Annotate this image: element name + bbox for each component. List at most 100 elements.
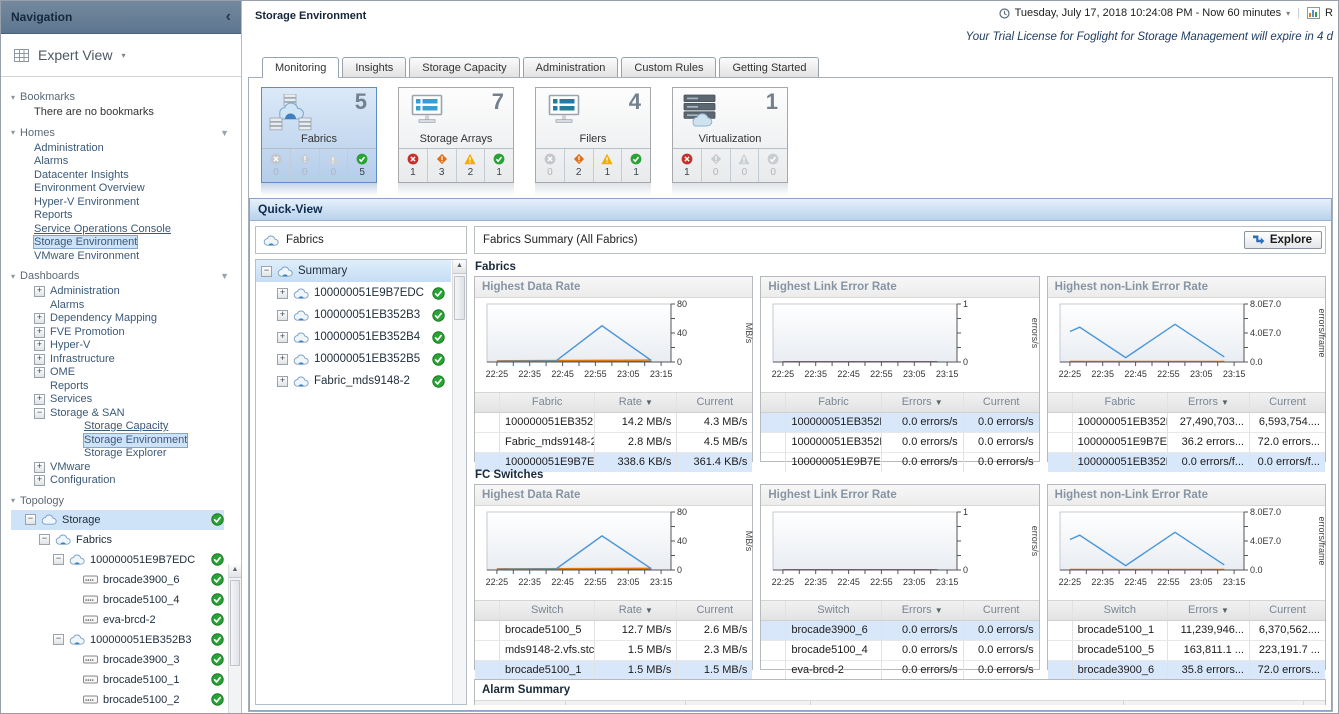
table-row[interactable]: 100000051E9B7EDC0.0 errors/s0.0 errors/s bbox=[761, 453, 1038, 472]
sidebar-item-alarms[interactable]: +Alarms bbox=[34, 299, 241, 313]
column-header-current[interactable]: Current bbox=[1249, 601, 1325, 620]
status-filter-warning[interactable]: 0 bbox=[319, 149, 348, 182]
alarm-column-sev[interactable]: Sev bbox=[475, 701, 565, 705]
quickview-node-summary[interactable]: −Summary bbox=[256, 260, 451, 282]
column-header-current[interactable]: Current bbox=[963, 393, 1039, 412]
expand-icon[interactable]: + bbox=[34, 354, 45, 365]
tab-getting-started[interactable]: Getting Started bbox=[719, 57, 819, 77]
section-collapse-icon[interactable]: ▾ bbox=[11, 128, 15, 137]
table-row[interactable]: brocade5100_11.5 MB/s1.5 MB/s bbox=[475, 661, 752, 680]
status-filter-critical[interactable]: 0 bbox=[290, 149, 319, 182]
expert-view-selector[interactable]: Expert View ▾ bbox=[1, 34, 241, 77]
sidebar-item-hyper-v[interactable]: +Hyper-V bbox=[34, 339, 241, 353]
status-filter-critical[interactable]: 3 bbox=[427, 149, 456, 182]
expand-icon[interactable]: + bbox=[34, 367, 45, 378]
row-name[interactable]: brocade5100_4 bbox=[785, 641, 880, 660]
status-filter-warning[interactable]: 1 bbox=[593, 149, 622, 182]
scrollbar-thumb[interactable] bbox=[454, 276, 465, 320]
alarm-column-type[interactable]: Type bbox=[685, 701, 810, 705]
table-row[interactable]: 100000051EB352B30.0 errors/s0.0 errors/s bbox=[761, 433, 1038, 453]
sidebar-item-storage-environment[interactable]: Storage Environment bbox=[34, 236, 241, 250]
collapse-panel-icon[interactable]: ‹ bbox=[226, 9, 231, 25]
expand-icon[interactable]: + bbox=[34, 340, 45, 351]
status-filter-critical[interactable]: 0 bbox=[701, 149, 730, 182]
topology-node-brocade5100-4[interactable]: +brocade5100_4 bbox=[11, 590, 224, 610]
reports-icon[interactable] bbox=[1307, 7, 1320, 19]
column-header-value[interactable]: Rate ▼ bbox=[594, 393, 676, 412]
sidebar-item-administration[interactable]: Administration bbox=[34, 142, 241, 156]
sidebar-item-service-operations-console[interactable]: Service Operations Console bbox=[34, 223, 241, 237]
expand-icon[interactable]: + bbox=[277, 310, 288, 321]
table-row[interactable]: eva-brcd-20.0 errors/s0.0 errors/s bbox=[761, 661, 1038, 680]
row-name[interactable]: 100000051EB352B3 bbox=[499, 413, 594, 432]
expand-icon[interactable]: + bbox=[277, 288, 288, 299]
table-row[interactable]: 100000051EB352B40.0 errors/f...0.0 error… bbox=[1048, 453, 1325, 472]
quickview-node-100000051eb352b4[interactable]: +100000051EB352B4 bbox=[256, 326, 451, 348]
quickview-node-100000051eb352b3[interactable]: +100000051EB352B3 bbox=[256, 304, 451, 326]
column-header-name[interactable]: Switch bbox=[1072, 601, 1167, 620]
scrollbar-up-icon[interactable]: ▲ bbox=[229, 564, 241, 578]
sidebar-item-administration[interactable]: +Administration bbox=[34, 285, 241, 299]
sidebar-item-vmware[interactable]: +VMware bbox=[34, 461, 241, 475]
expand-icon[interactable]: + bbox=[277, 332, 288, 343]
sidebar-item-storage-san[interactable]: −Storage & SAN bbox=[34, 407, 241, 421]
quickview-node-100000051e9b7edc[interactable]: +100000051E9B7EDC bbox=[256, 282, 451, 304]
tile-fabrics[interactable]: 5Fabrics0005 bbox=[261, 87, 377, 183]
status-filter-normal[interactable]: 5 bbox=[347, 149, 376, 182]
tile-virtualization[interactable]: 1Virtualization1000 bbox=[672, 87, 788, 183]
tile-filers[interactable]: 4Filers0211 bbox=[535, 87, 651, 183]
status-filter-fatal[interactable]: 0 bbox=[536, 149, 564, 182]
column-header-value[interactable]: Rate ▼ bbox=[594, 601, 676, 620]
topology-node-100000051eb352b3[interactable]: −100000051EB352B3 bbox=[11, 630, 224, 650]
scrollbar-up-icon[interactable]: ▲ bbox=[453, 260, 466, 274]
status-filter-warning[interactable]: 2 bbox=[456, 149, 485, 182]
sidebar-item-datacenter-insights[interactable]: Datacenter Insights bbox=[34, 169, 241, 183]
topology-node-brocade3900-6[interactable]: +brocade3900_6 bbox=[11, 570, 224, 590]
table-row[interactable]: brocade3900_60.0 errors/s0.0 errors/s bbox=[761, 621, 1038, 641]
sidebar-item-reports[interactable]: +Reports bbox=[34, 380, 241, 394]
row-name[interactable]: 100000051EB352B3 bbox=[785, 433, 880, 452]
sidebar-item-vmware-environment[interactable]: VMware Environment bbox=[34, 250, 241, 264]
collapse-icon[interactable]: − bbox=[25, 514, 36, 525]
expand-icon[interactable]: + bbox=[34, 462, 45, 473]
topology-node-storage[interactable]: −Storage bbox=[11, 510, 224, 530]
column-header-value[interactable]: Errors ▼ bbox=[1167, 601, 1249, 620]
column-header-current[interactable]: Current bbox=[963, 601, 1039, 620]
section-collapse-icon[interactable]: ▾ bbox=[11, 496, 15, 505]
column-header-current[interactable]: Current bbox=[676, 393, 752, 412]
expand-icon[interactable]: + bbox=[277, 376, 288, 387]
quickview-node-fabric-mds9148-2[interactable]: +Fabric_mds9148-2 bbox=[256, 370, 451, 392]
section-collapse-icon[interactable]: ▾ bbox=[11, 272, 15, 281]
status-filter-fatal[interactable]: 1 bbox=[399, 149, 427, 182]
status-filter-normal[interactable]: 0 bbox=[758, 149, 787, 182]
status-filter-normal[interactable]: 1 bbox=[484, 149, 513, 182]
sidebar-item-storage-environment[interactable]: +Storage Environment bbox=[68, 434, 241, 448]
sidebar-item-configuration[interactable]: +Configuration bbox=[34, 474, 241, 488]
sidebar-item-storage-capacity[interactable]: +Storage Capacity bbox=[68, 420, 241, 434]
table-settings-icon[interactable]: ☰▾ bbox=[1303, 701, 1325, 705]
row-name[interactable]: brocade5100_5 bbox=[1072, 641, 1167, 660]
status-filter-warning[interactable]: 0 bbox=[730, 149, 759, 182]
row-name[interactable]: brocade5100_1 bbox=[1072, 621, 1167, 640]
table-row[interactable]: Fabric_mds9148-22.8 MB/s4.5 MB/s bbox=[475, 433, 752, 453]
sidebar-item-hyper-v-environment[interactable]: Hyper-V Environment bbox=[34, 196, 241, 210]
table-row[interactable]: 100000051EB352B327,490,703...6,593,754..… bbox=[1048, 413, 1325, 433]
table-row[interactable]: 100000051EB352B314.2 MB/s4.3 MB/s bbox=[475, 413, 752, 433]
collapse-icon[interactable]: − bbox=[39, 534, 50, 545]
column-header-name[interactable]: Fabric bbox=[499, 393, 594, 412]
table-row[interactable]: brocade5100_512.7 MB/s2.6 MB/s bbox=[475, 621, 752, 641]
column-header-name[interactable]: Fabric bbox=[785, 393, 880, 412]
row-name[interactable]: Fabric_mds9148-2 bbox=[499, 433, 594, 452]
reports-label[interactable]: R bbox=[1325, 7, 1333, 19]
status-filter-fatal[interactable]: 1 bbox=[673, 149, 701, 182]
tab-custom-rules[interactable]: Custom Rules bbox=[621, 57, 716, 77]
status-filter-fatal[interactable]: 0 bbox=[262, 149, 290, 182]
expand-icon[interactable]: + bbox=[34, 327, 45, 338]
row-name[interactable]: 100000051EB352B4 bbox=[1072, 453, 1167, 472]
status-filter-normal[interactable]: 1 bbox=[621, 149, 650, 182]
collapse-icon[interactable]: − bbox=[261, 266, 272, 277]
topology-node-brocade5100-1[interactable]: +brocade5100_1 bbox=[11, 670, 224, 690]
alarm-column-message[interactable]: Message bbox=[1123, 701, 1303, 705]
topology-scrollbar[interactable]: ▲ bbox=[228, 564, 241, 713]
explore-button[interactable]: Explore bbox=[1244, 231, 1322, 249]
